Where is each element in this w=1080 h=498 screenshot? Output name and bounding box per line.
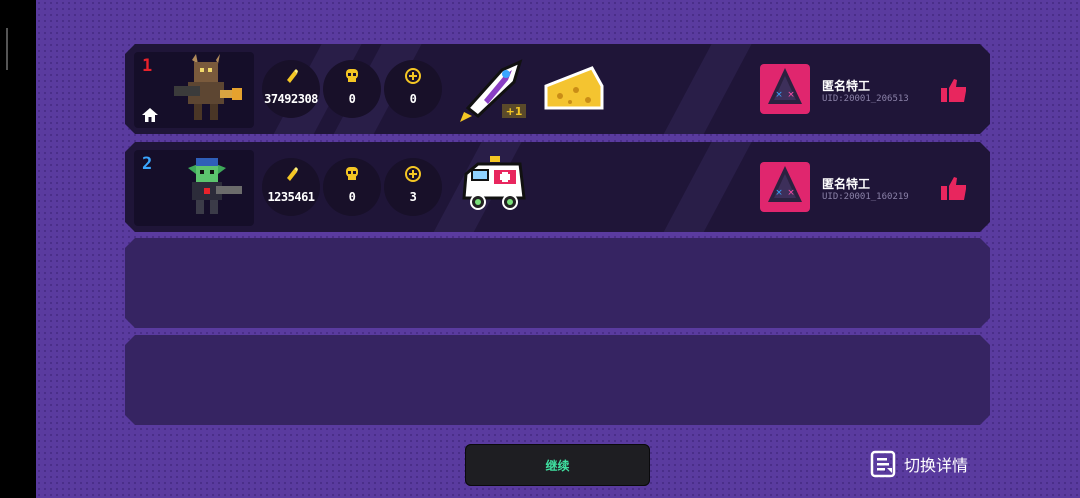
coins-value: 37492308 — [264, 92, 318, 106]
kills-stat: 0 — [323, 60, 381, 118]
kills-value: 0 — [348, 190, 356, 204]
skull-icon — [346, 167, 358, 180]
svg-text:+1: +1 — [506, 105, 523, 118]
character-portrait: 1 — [134, 52, 254, 128]
plus-coin-icon — [405, 68, 421, 84]
svg-text:×: × — [775, 188, 783, 198]
cheese-icon — [544, 66, 604, 110]
player-row-2: 2 1235461 0 3 × × 匿名特工 UID:20001_160219 — [125, 142, 990, 232]
rank-number: 1 — [142, 56, 153, 76]
svg-text:×: × — [787, 90, 795, 100]
coins-value: 1235461 — [267, 190, 315, 204]
bonus-stat: 3 — [384, 158, 442, 216]
player-row-1: 1 37492308 0 0 +1 × × 匿名特工 UID:20001_206… — [125, 44, 990, 134]
kills-stat: 0 — [323, 158, 381, 216]
row-decor-stripe — [653, 44, 757, 134]
continue-button[interactable]: 继续 — [465, 444, 650, 486]
coins-stat: 37492308 — [262, 60, 320, 118]
thumbs-up-icon[interactable] — [940, 175, 968, 201]
switch-details-button[interactable]: 切换详情 — [870, 449, 968, 479]
player-name: 匿名特工 — [822, 177, 871, 191]
bullet-coin-icon — [287, 69, 298, 83]
hooded-agent-icon: × × — [768, 166, 802, 202]
avatar: × × — [760, 64, 810, 114]
thumbs-up-icon[interactable] — [940, 77, 968, 103]
player-uid: UID:20001_206513 — [822, 94, 909, 104]
bonus-value: 0 — [409, 92, 417, 106]
rank-number: 2 — [142, 154, 153, 174]
empty-player-slot — [125, 335, 990, 425]
row-decor-stripe — [653, 142, 757, 232]
device-side-bar — [0, 0, 36, 498]
svg-text:×: × — [787, 188, 795, 198]
player-name: 匿名特工 — [822, 79, 871, 93]
rocket-plus-one-icon: +1 — [460, 59, 526, 122]
switch-details-label: 切换详情 — [904, 456, 969, 475]
bonus-stat: 0 — [384, 60, 442, 118]
ambulance-icon — [462, 156, 526, 210]
coins-stat: 1235461 — [262, 158, 320, 216]
host-home-icon — [142, 108, 158, 122]
skull-icon — [346, 69, 358, 82]
notch-indicator — [6, 28, 8, 70]
empty-player-slot — [125, 238, 990, 328]
hooded-agent-icon: × × — [768, 68, 802, 104]
kills-value: 0 — [348, 92, 356, 106]
bullet-coin-icon — [287, 167, 298, 181]
document-switch-icon — [870, 450, 896, 478]
player-uid: UID:20001_160219 — [822, 192, 909, 202]
goblin-gunner-character-icon — [188, 158, 242, 214]
knight-character-icon — [174, 54, 242, 120]
character-portrait: 2 — [134, 150, 254, 226]
plus-coin-icon — [405, 166, 421, 182]
avatar: × × — [760, 162, 810, 212]
svg-text:×: × — [775, 90, 783, 100]
bonus-value: 3 — [409, 190, 417, 204]
